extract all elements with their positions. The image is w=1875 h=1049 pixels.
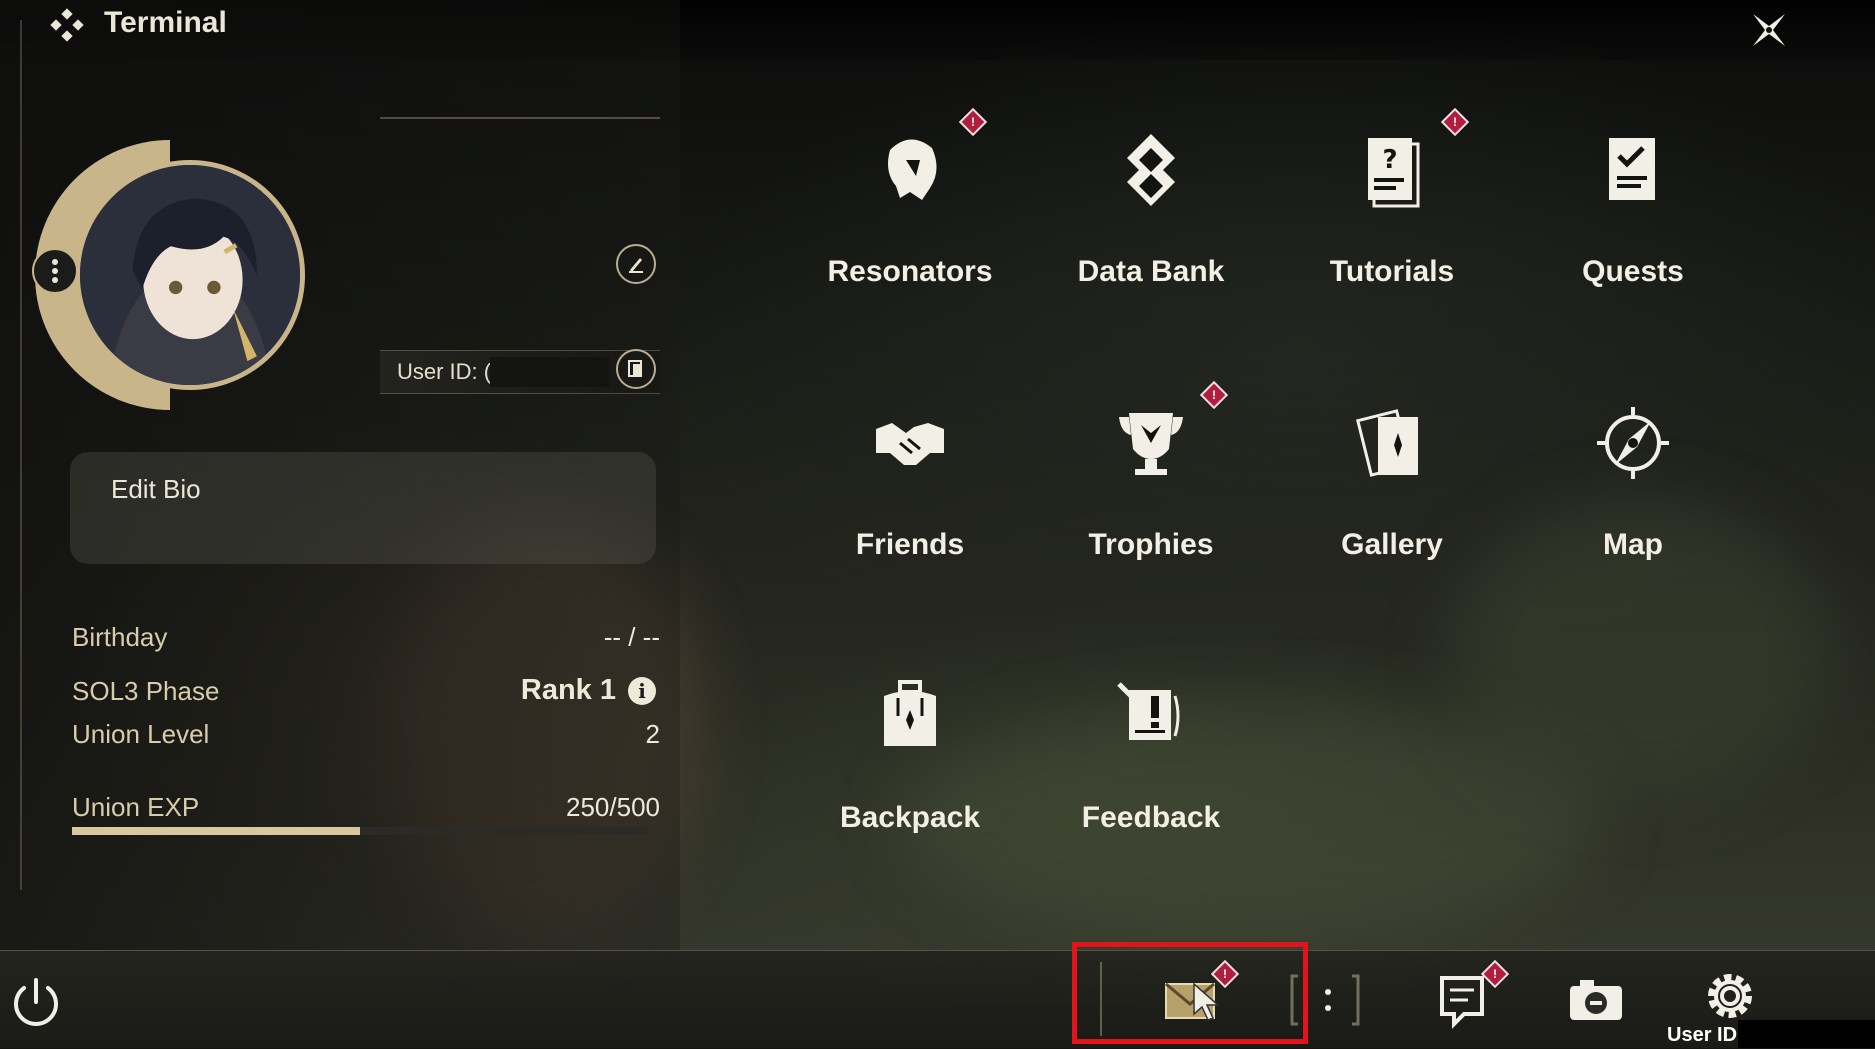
menu-item-tutorials[interactable]: ? Tutorials! bbox=[1272, 100, 1512, 350]
info-button[interactable]: i bbox=[628, 677, 656, 705]
menu-item-label: Feedback bbox=[1081, 801, 1221, 834]
menu-item-data-bank[interactable]: Data Bank bbox=[1031, 100, 1271, 350]
avatar[interactable] bbox=[75, 160, 305, 390]
menu-item-label: Gallery bbox=[1341, 528, 1443, 561]
menu-item-backpack[interactable]: Backpack bbox=[790, 646, 1030, 896]
menu-item-resonators[interactable]: Resonators! bbox=[790, 100, 1030, 350]
settings-button[interactable] bbox=[1700, 966, 1760, 1026]
menu-item-label: Backpack bbox=[839, 801, 981, 834]
birthday-value: -- / -- bbox=[603, 622, 660, 652]
notification-badge: ! bbox=[1199, 380, 1229, 410]
close-button[interactable] bbox=[1745, 6, 1793, 54]
union-exp-bar bbox=[72, 827, 648, 835]
sol3-phase-label: SOL3 Phase bbox=[72, 676, 220, 706]
camera-button[interactable] bbox=[1566, 970, 1626, 1030]
friends-icon bbox=[870, 403, 950, 483]
pencil-icon bbox=[629, 258, 643, 273]
avatar-image bbox=[80, 165, 300, 385]
power-icon bbox=[14, 978, 58, 1026]
bottom-user-id-label: User ID: bbox=[1667, 1024, 1744, 1046]
page-title: Terminal bbox=[104, 6, 227, 39]
copy-icon bbox=[628, 360, 642, 377]
menu-item-friends[interactable]: Friends bbox=[790, 373, 1030, 623]
gallery-icon bbox=[1352, 403, 1432, 483]
more-vertical-icon bbox=[52, 259, 58, 283]
menu-item-label: Data Bank bbox=[1077, 255, 1225, 288]
edit-bio-field[interactable]: Edit Bio bbox=[70, 452, 656, 564]
annotation-highlight-box bbox=[1072, 942, 1308, 1044]
menu-item-label: Friends bbox=[855, 528, 965, 561]
divider bbox=[380, 117, 660, 119]
user-id-label: User ID: ( bbox=[397, 359, 492, 384]
data-bank-icon bbox=[1111, 130, 1191, 210]
menu-item-label: Quests bbox=[1582, 255, 1684, 288]
menu-item-gallery[interactable]: Gallery bbox=[1272, 373, 1512, 623]
notification-badge: ! bbox=[958, 107, 988, 137]
backpack-icon bbox=[870, 676, 950, 756]
settings-icon bbox=[1708, 974, 1752, 1018]
announcement-button[interactable] bbox=[1432, 970, 1492, 1030]
menu-item-trophies[interactable]: Trophies! bbox=[1031, 373, 1271, 623]
notification-badge: ! bbox=[1440, 107, 1470, 137]
more-options-button[interactable] bbox=[32, 248, 78, 294]
sol3-phase-value: Rank 1 bbox=[520, 674, 616, 706]
info-icon: i bbox=[638, 679, 646, 703]
trophies-icon bbox=[1111, 403, 1191, 483]
union-level-value: 2 bbox=[645, 719, 660, 749]
menu-item-feedback[interactable]: Feedback bbox=[1031, 646, 1271, 896]
birthday-label: Birthday bbox=[72, 622, 168, 652]
menu-item-quests[interactable]: Quests bbox=[1513, 100, 1753, 350]
terminal-icon bbox=[50, 8, 84, 42]
feedback-icon bbox=[1111, 676, 1191, 756]
announcement-icon bbox=[1440, 976, 1484, 1029]
menu-item-label: Resonators bbox=[827, 255, 993, 288]
union-level-label: Union Level bbox=[72, 719, 210, 749]
user-id-redaction bbox=[1738, 1020, 1875, 1048]
menu-item-label: Tutorials bbox=[1329, 255, 1455, 288]
union-exp-bar-fill bbox=[72, 827, 360, 835]
camera-icon bbox=[1570, 980, 1622, 1020]
tutorials-icon: ? bbox=[1352, 130, 1432, 210]
user-id-redaction bbox=[490, 357, 610, 387]
bio-placeholder: Edit Bio bbox=[111, 474, 201, 504]
divider bbox=[20, 20, 22, 890]
svg-text:?: ? bbox=[1382, 145, 1397, 175]
edit-name-button[interactable] bbox=[616, 244, 656, 284]
copy-user-id-button[interactable] bbox=[616, 349, 656, 389]
menu-item-label: Map bbox=[1603, 528, 1663, 561]
union-exp-label: Union EXP bbox=[72, 792, 200, 822]
close-icon bbox=[1753, 14, 1785, 46]
union-exp-value: 250/500 bbox=[566, 792, 660, 822]
menu-item-label: Trophies bbox=[1088, 528, 1214, 561]
resonators-icon bbox=[870, 130, 950, 210]
menu-item-map[interactable]: Map bbox=[1513, 373, 1753, 623]
map-icon bbox=[1593, 403, 1673, 483]
power-button[interactable] bbox=[6, 972, 66, 1032]
quests-icon bbox=[1593, 130, 1673, 210]
